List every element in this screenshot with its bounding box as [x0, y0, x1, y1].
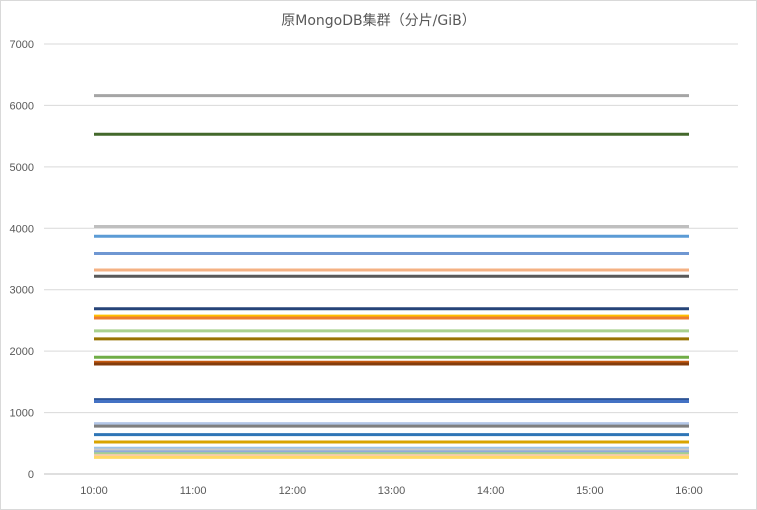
y-tick-label: 1000	[10, 408, 34, 420]
x-tick-label: 11:00	[180, 485, 207, 497]
y-tick-label: 0	[28, 469, 34, 481]
y-tick-label: 7000	[10, 39, 34, 51]
plot-area: 0 1000 2000 3000 4000 5000 6000 7000 10:00 11:00 1…	[10, 39, 738, 497]
y-tick-label: 6000	[10, 100, 34, 112]
x-tick-label: 16:00	[675, 485, 703, 497]
y-tick-label: 4000	[10, 223, 34, 235]
x-tick-label: 12:00	[279, 485, 307, 497]
y-tick-label: 5000	[10, 162, 34, 174]
y-tick-label: 3000	[10, 285, 34, 297]
x-tick-label: 14:00	[477, 485, 505, 497]
x-tick-label: 13:00	[378, 485, 406, 497]
y-tick-label: 2000	[10, 346, 34, 358]
x-tick-label: 15:00	[576, 485, 604, 497]
x-tick-label: 10:00	[80, 485, 108, 497]
